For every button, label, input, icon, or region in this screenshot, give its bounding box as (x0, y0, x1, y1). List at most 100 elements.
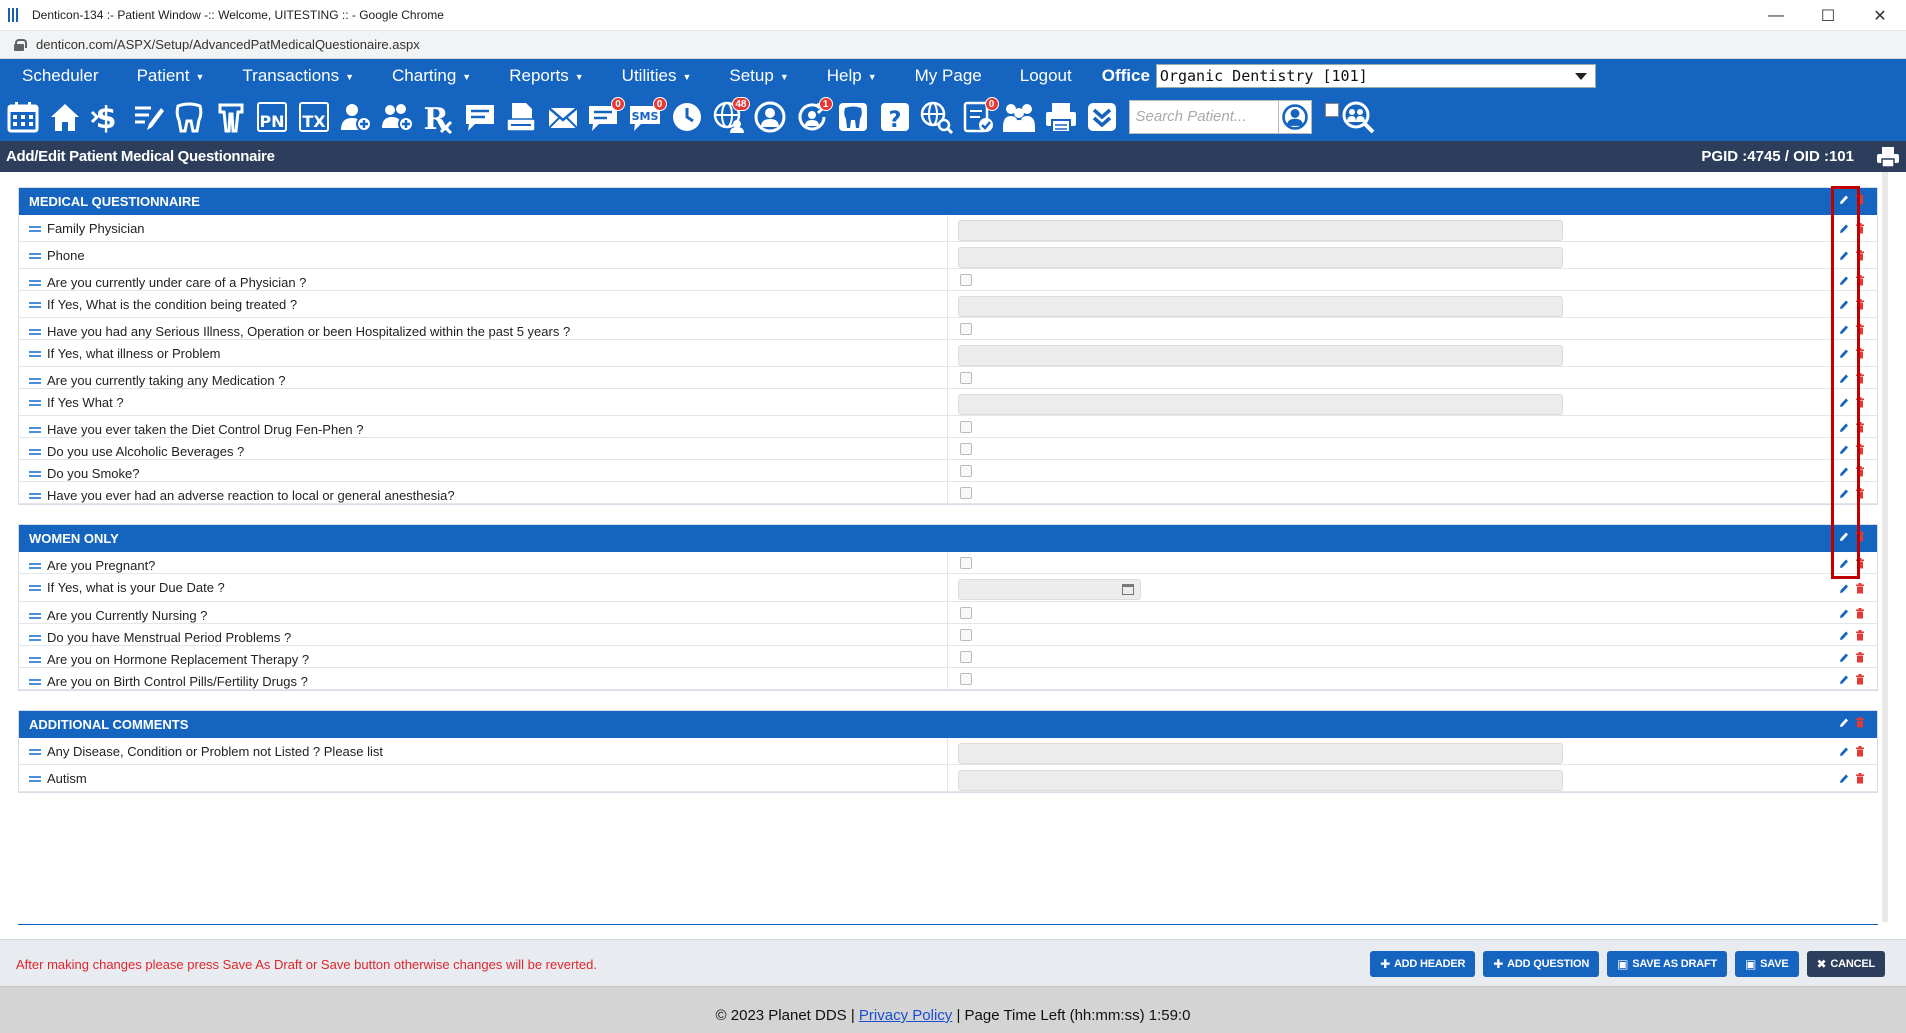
edit-pencil-icon[interactable] (1839, 674, 1849, 685)
globe-users-icon[interactable]: 48 (710, 97, 750, 136)
search-group-icon[interactable] (1339, 98, 1377, 136)
delete-trash-icon[interactable] (1855, 487, 1865, 499)
chat-icon[interactable]: 0 (585, 97, 625, 136)
answer-checkbox[interactable] (960, 372, 972, 384)
chevron-down-shield-icon[interactable] (1083, 98, 1121, 136)
answer-checkbox[interactable] (960, 607, 972, 619)
delete-trash-icon[interactable] (1855, 651, 1865, 663)
progress-notes-icon[interactable]: PN (253, 98, 291, 136)
edit-pencil-icon[interactable] (1839, 275, 1849, 286)
globe-search-icon[interactable] (917, 98, 955, 136)
edit-pencil-icon[interactable] (1839, 223, 1849, 234)
message-icon[interactable] (461, 98, 499, 136)
answer-text-input[interactable] (958, 743, 1563, 764)
answer-checkbox[interactable] (960, 465, 972, 477)
address-bar[interactable]: denticon.com/ASPX/Setup/AdvancedPatMedic… (0, 31, 1906, 59)
answer-text-input[interactable] (958, 770, 1563, 791)
drag-handle-icon[interactable] (29, 613, 41, 621)
edit-pencil-icon[interactable] (1839, 422, 1849, 433)
delete-trash-icon[interactable] (1855, 397, 1865, 408)
delete-trash-icon[interactable] (1855, 299, 1865, 310)
printer-icon[interactable] (1042, 98, 1080, 136)
drag-handle-icon[interactable] (29, 280, 41, 288)
drag-handle-icon[interactable] (29, 493, 41, 501)
edit-pencil-icon[interactable] (1839, 250, 1849, 261)
edit-pencil-icon[interactable] (1839, 773, 1849, 784)
calendar-icon[interactable] (4, 98, 42, 136)
maximize-button[interactable]: ☐ (1802, 0, 1854, 31)
edit-pencil-icon[interactable] (1839, 488, 1849, 499)
nav-item-patient[interactable]: Patient ▼ (115, 66, 221, 86)
answer-text-input[interactable] (958, 394, 1563, 415)
add-patient-icon[interactable] (336, 98, 374, 136)
save-button[interactable]: ▣ SAVE (1735, 951, 1799, 977)
nav-item-charting[interactable]: Charting ▼ (370, 66, 487, 86)
url-text[interactable]: denticon.com/ASPX/Setup/AdvancedPatMedic… (36, 37, 420, 52)
drag-handle-icon[interactable] (29, 253, 41, 261)
nav-item-reports[interactable]: Reports ▼ (487, 66, 599, 86)
search-patient-input[interactable]: Search Patient... (1128, 100, 1279, 134)
answer-checkbox[interactable] (960, 443, 972, 455)
delete-trash-icon[interactable] (1855, 223, 1865, 234)
nav-item-utilities[interactable]: Utilities ▼ (600, 66, 708, 86)
sms-icon[interactable]: SMS 0 (627, 97, 667, 136)
nav-item-scheduler[interactable]: Scheduler (0, 66, 115, 86)
notes-pencil-icon[interactable] (129, 98, 167, 136)
edit-pencil-icon[interactable] (1839, 373, 1849, 384)
drag-handle-icon[interactable] (29, 302, 41, 310)
delete-trash-icon[interactable] (1855, 323, 1865, 335)
edit-pencil-icon[interactable] (1839, 608, 1849, 619)
drag-handle-icon[interactable] (29, 400, 41, 408)
nav-item-logout[interactable]: Logout (998, 66, 1088, 86)
drag-handle-icon[interactable] (29, 449, 41, 457)
help-question-icon[interactable]: ? (876, 98, 914, 136)
delete-trash-icon[interactable] (1855, 274, 1865, 286)
office-select[interactable]: Organic Dentistry [101] (1155, 64, 1596, 88)
home-icon[interactable] (46, 98, 84, 136)
drag-handle-icon[interactable] (29, 776, 41, 784)
drag-handle-icon[interactable] (29, 427, 41, 435)
save-as-draft-button[interactable]: ▣ SAVE AS DRAFT (1607, 951, 1728, 977)
drag-handle-icon[interactable] (29, 749, 41, 757)
drag-handle-icon[interactable] (29, 635, 41, 643)
edit-header-pencil-icon[interactable] (1839, 531, 1849, 542)
delete-trash-icon[interactable] (1855, 557, 1865, 569)
edit-pencil-icon[interactable] (1839, 630, 1849, 641)
add-family-icon[interactable] (378, 98, 416, 136)
tooth-icon[interactable] (834, 98, 872, 136)
answer-date-input[interactable] (958, 579, 1141, 600)
dollar-icon[interactable]: $ (87, 98, 125, 136)
delete-trash-icon[interactable] (1855, 746, 1865, 757)
nav-item-help[interactable]: Help ▼ (805, 66, 893, 86)
clock-icon[interactable] (668, 98, 706, 136)
answer-text-input[interactable] (958, 220, 1563, 241)
privacy-policy-link[interactable]: Privacy Policy (859, 1007, 952, 1024)
edit-pencil-icon[interactable] (1839, 746, 1849, 757)
perio-icon[interactable] (212, 98, 250, 136)
add-header-button[interactable]: ✚ ADD HEADER (1370, 951, 1476, 977)
drag-handle-icon[interactable] (29, 657, 41, 665)
answer-text-input[interactable] (958, 345, 1563, 366)
vertical-scrollbar[interactable] (1882, 172, 1888, 922)
group-users-icon[interactable] (1000, 98, 1038, 136)
nav-item-my-page[interactable]: My Page (893, 66, 998, 86)
answer-text-input[interactable] (958, 296, 1563, 317)
answer-checkbox[interactable] (960, 651, 972, 663)
close-window-button[interactable]: ✕ (1854, 0, 1906, 31)
edit-header-pencil-icon[interactable] (1839, 194, 1849, 205)
minimize-button[interactable]: — (1750, 0, 1802, 31)
drag-handle-icon[interactable] (29, 679, 41, 687)
delete-trash-icon[interactable] (1855, 194, 1865, 205)
drag-handle-icon[interactable] (29, 585, 41, 593)
edit-pencil-icon[interactable] (1839, 466, 1849, 477)
delete-trash-icon[interactable] (1855, 673, 1865, 685)
forms-checklist-icon[interactable]: 0 (959, 97, 999, 136)
delete-trash-icon[interactable] (1855, 773, 1865, 784)
add-question-button[interactable]: ✚ ADD QUESTION (1483, 951, 1600, 977)
drag-handle-icon[interactable] (29, 378, 41, 386)
calendar-icon[interactable] (1122, 584, 1134, 595)
delete-trash-icon[interactable] (1855, 717, 1865, 728)
answer-checkbox[interactable] (960, 557, 972, 569)
drag-handle-icon[interactable] (29, 226, 41, 234)
delete-trash-icon[interactable] (1855, 421, 1865, 433)
